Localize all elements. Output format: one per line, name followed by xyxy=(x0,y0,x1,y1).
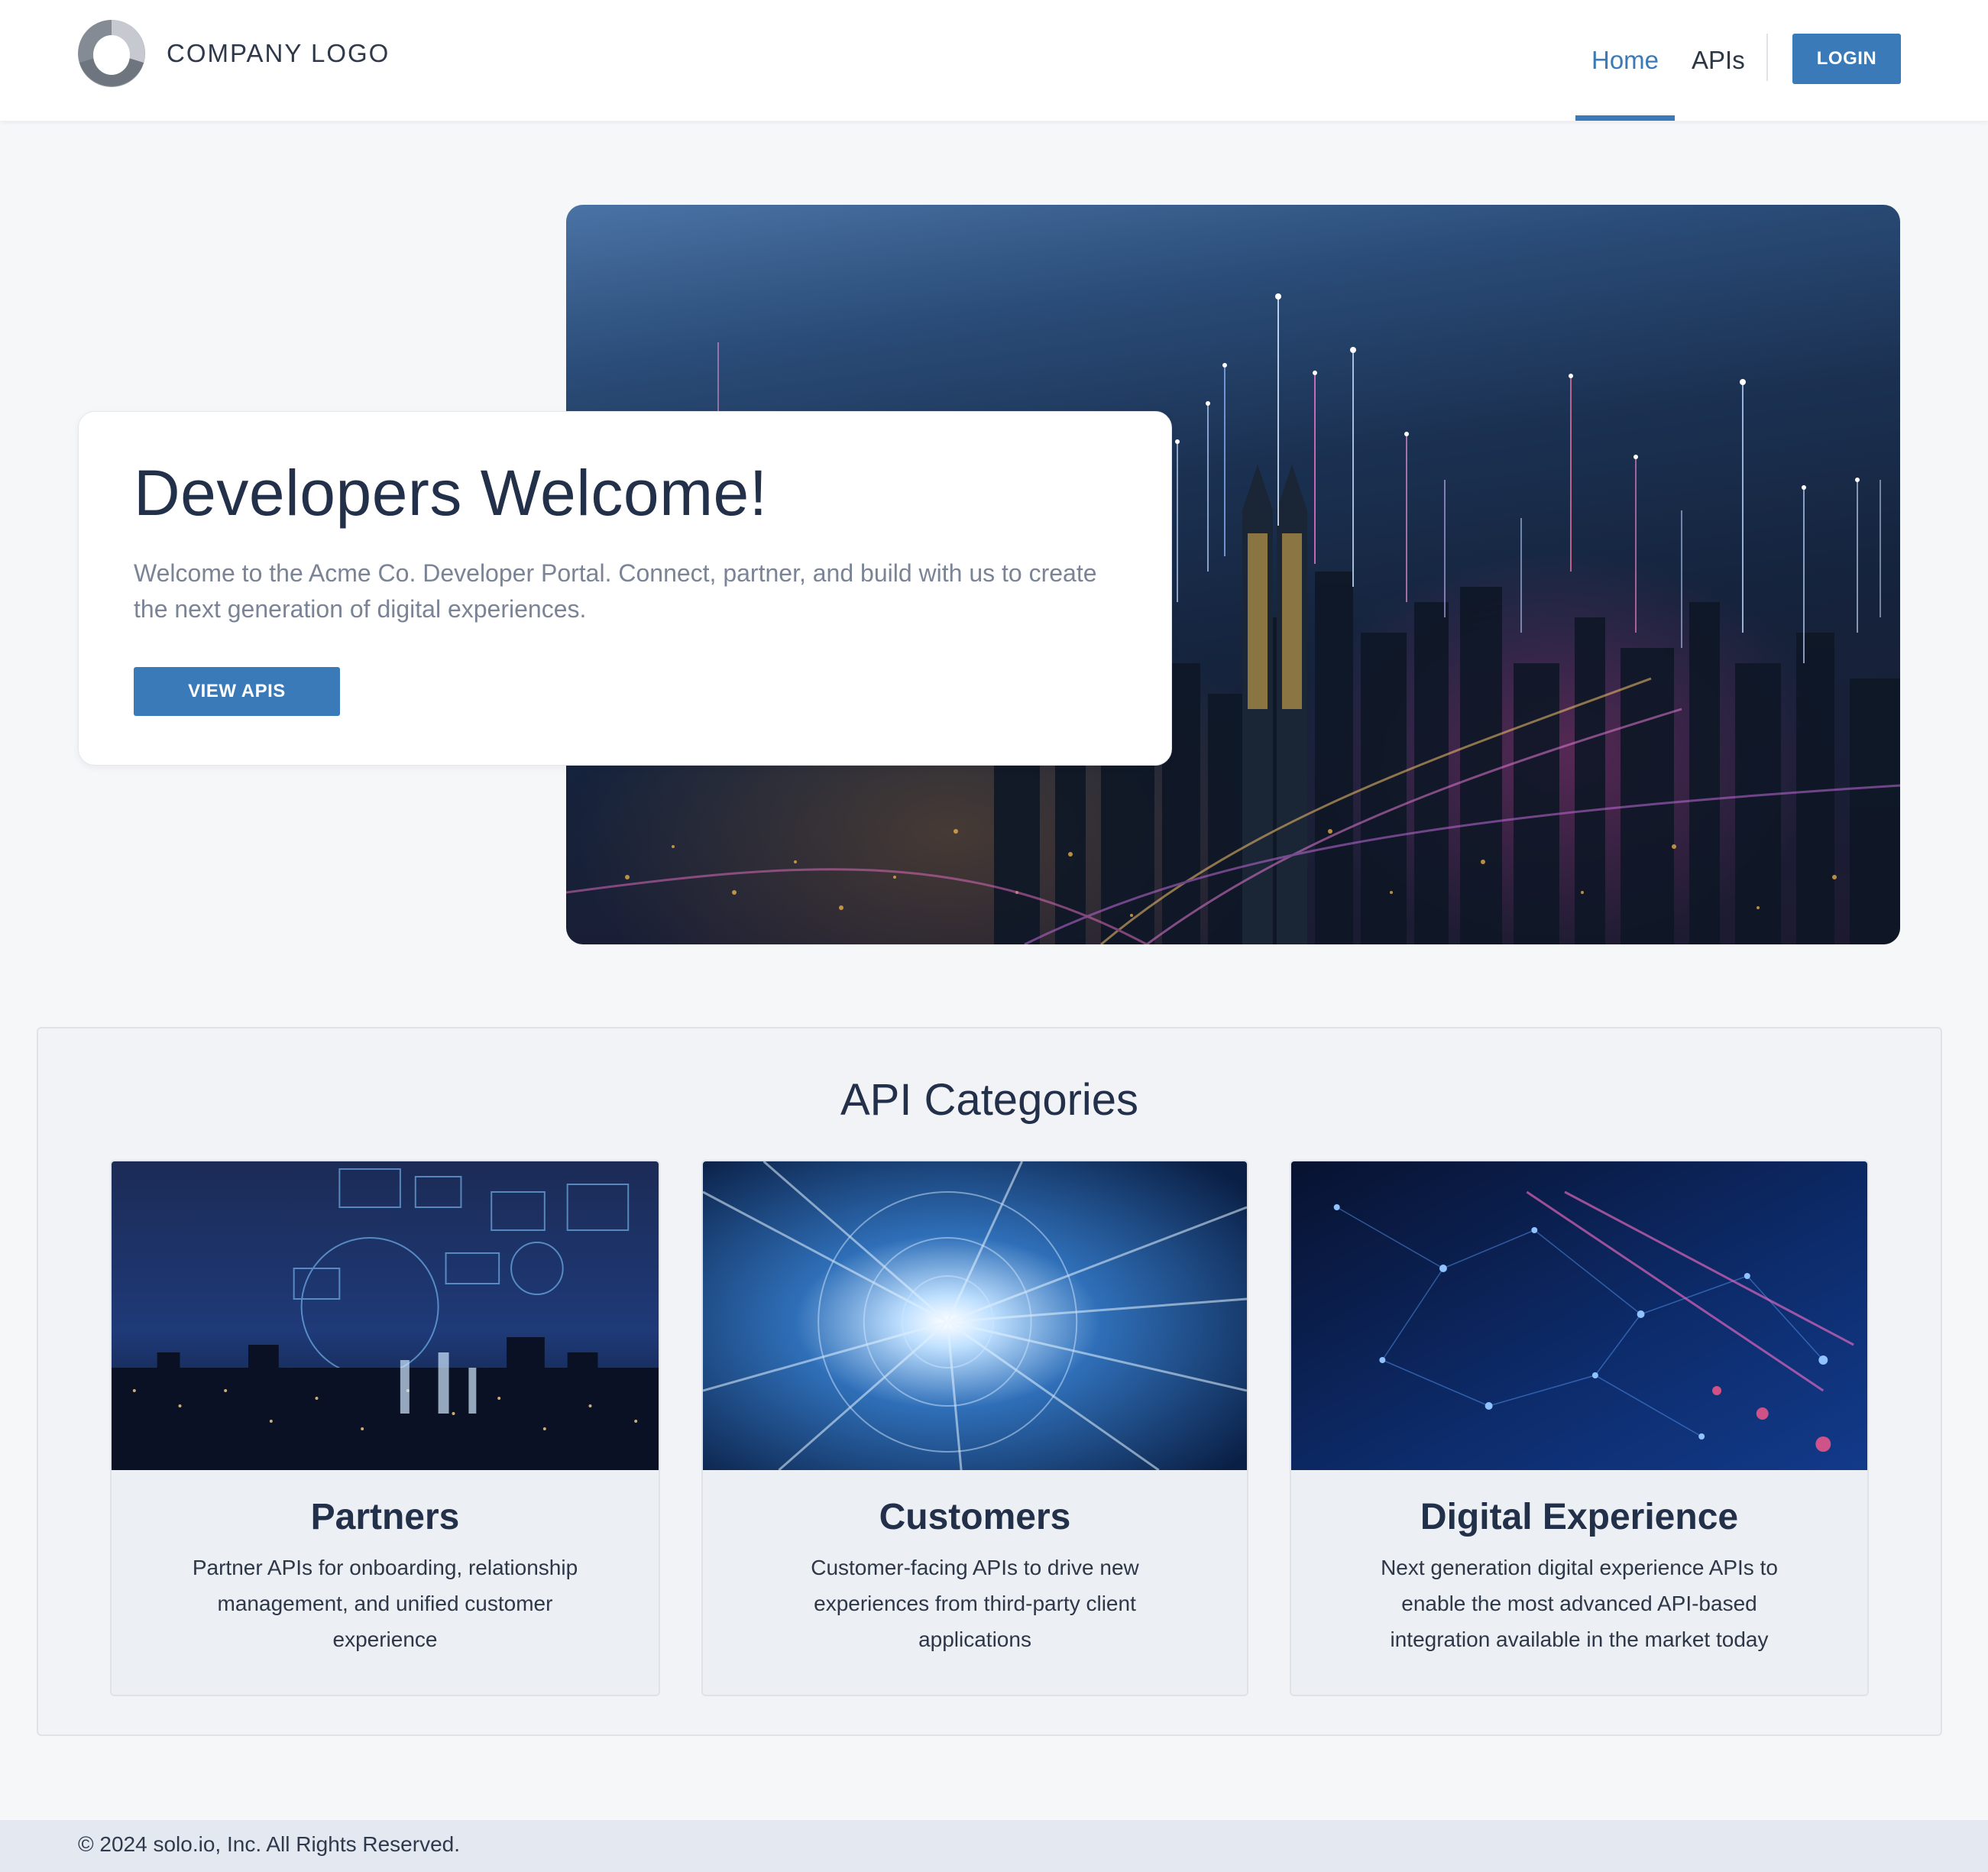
card-title: Customers xyxy=(879,1497,1071,1537)
card-title: Partners xyxy=(310,1497,460,1537)
category-card-customers[interactable]: Customers Customer-facing APIs to drive … xyxy=(701,1160,1248,1696)
card-description: Partner APIs for onboarding, relationshi… xyxy=(192,1556,578,1651)
hero-description: Welcome to the Acme Co. Developer Portal… xyxy=(134,559,1097,623)
card-title: Digital Experience xyxy=(1420,1497,1739,1537)
hero-welcome-card: Developers Welcome! Welcome to the Acme … xyxy=(78,411,1172,766)
nav-divider xyxy=(1766,34,1768,81)
digital-network-graphic xyxy=(1291,1161,1867,1470)
hero-title: Developers Welcome! xyxy=(134,457,768,529)
api-categories-title: API Categories xyxy=(840,1075,1139,1125)
footer-copyright: © 2024 solo.io, Inc. All Rights Reserved… xyxy=(78,1832,460,1856)
card-description: Customer-facing APIs to drive new experi… xyxy=(811,1556,1139,1651)
login-button[interactable]: LOGIN xyxy=(1792,34,1901,84)
api-categories-section: API Categories Partners Partner APIs for… xyxy=(37,1027,1942,1736)
view-apis-button[interactable]: VIEW APIS xyxy=(134,667,340,716)
card-description: Next generation digital experience APIs … xyxy=(1381,1556,1778,1651)
company-logo-icon xyxy=(78,20,145,87)
footer: © 2024 solo.io, Inc. All Rights Reserved… xyxy=(0,1820,1988,1872)
logo-text: COMPANY LOGO xyxy=(167,39,390,67)
top-nav-bar: COMPANY LOGO Home APIs LOGIN xyxy=(0,0,1988,121)
category-card-digital-experience[interactable]: Digital Experience Next generation digit… xyxy=(1290,1160,1869,1696)
customers-burst-graphic xyxy=(703,1161,1247,1470)
customers-image xyxy=(703,1161,1247,1470)
digital-experience-image xyxy=(1291,1161,1867,1470)
nav-link-home[interactable]: Home xyxy=(1575,0,1675,121)
company-logo[interactable]: COMPANY LOGO xyxy=(76,18,390,89)
partners-city-graphic xyxy=(112,1161,659,1470)
partners-image xyxy=(112,1161,659,1470)
category-card-partners[interactable]: Partners Partner APIs for onboarding, re… xyxy=(110,1160,660,1696)
nav-link-apis[interactable]: APIs xyxy=(1692,0,1745,121)
